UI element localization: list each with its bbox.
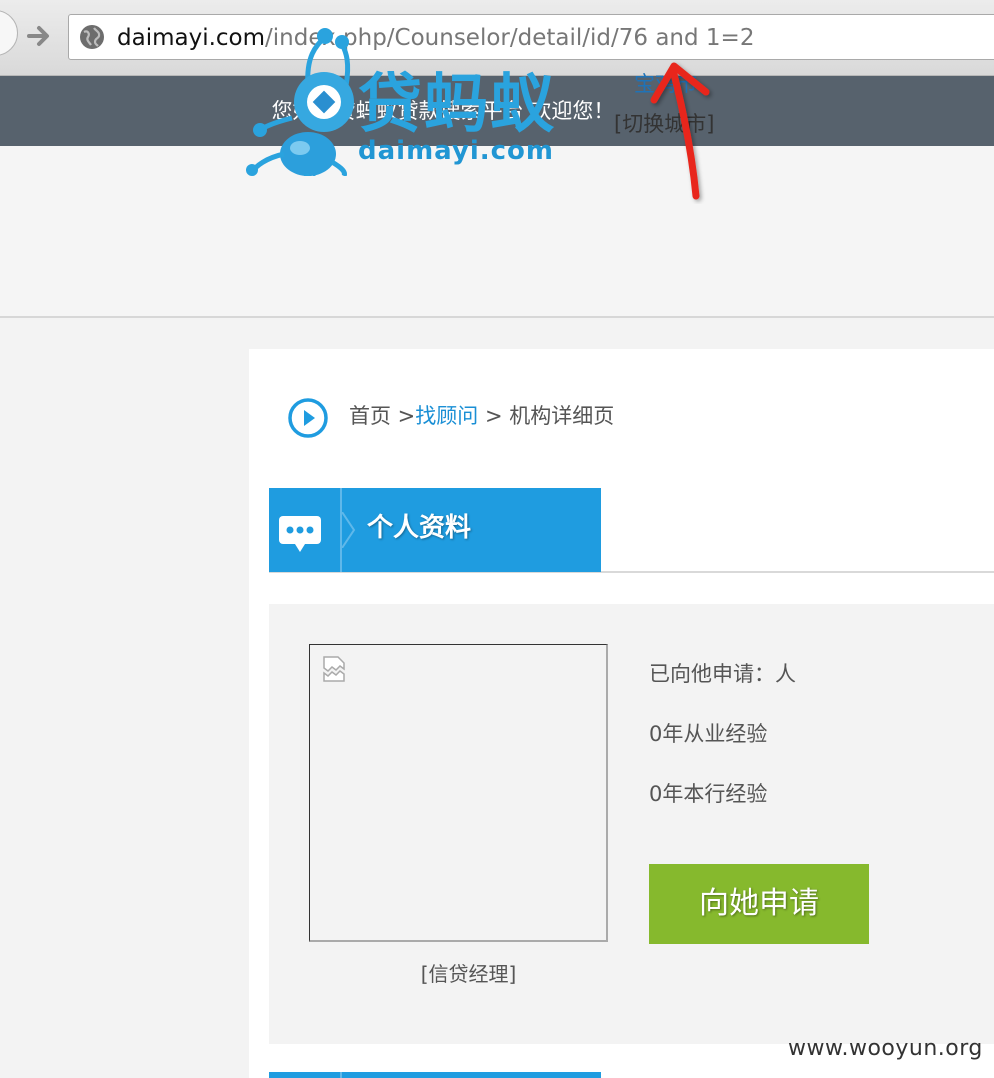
industry-experience: 0年从业经验 [649, 722, 768, 746]
next-section-tab [269, 1072, 601, 1078]
globe-icon [80, 25, 104, 49]
back-button[interactable] [0, 10, 18, 56]
applied-count: 已向他申请：人 [649, 662, 796, 686]
forward-arrow-icon[interactable] [26, 22, 54, 50]
breadcrumb-home[interactable]: 首页 > [349, 404, 415, 428]
advisor-photo [309, 644, 608, 942]
breadcrumb: 首页 >找顾问 > 机构详细页 [349, 401, 614, 431]
logo-text[interactable]: 贷蚂蚁 [358, 70, 556, 140]
tab-divider [340, 1072, 342, 1078]
red-arrow-annotation [650, 62, 710, 200]
apply-button[interactable]: 向她申请 [649, 864, 869, 944]
breadcrumb-separator: > [478, 404, 510, 428]
watermark: www.wooyun.org [788, 1036, 983, 1061]
breadcrumb-find-advisor[interactable]: 找顾问 [415, 404, 478, 428]
profile-section-tab: 个人资料 [269, 488, 601, 572]
broken-image-icon [323, 656, 345, 682]
url-domain: daimayi.com [117, 25, 266, 51]
play-circle-icon [288, 398, 328, 438]
logo-domain[interactable]: daimayi.com [358, 136, 554, 166]
chat-bubble-icon [279, 516, 321, 552]
section-title: 个人资料 [367, 513, 472, 543]
breadcrumb-current: 机构详细页 [509, 404, 615, 428]
advisor-role: [信贷经理] [420, 962, 517, 986]
company-experience: 0年本行经验 [649, 782, 768, 806]
chevron-right-icon [342, 512, 356, 548]
